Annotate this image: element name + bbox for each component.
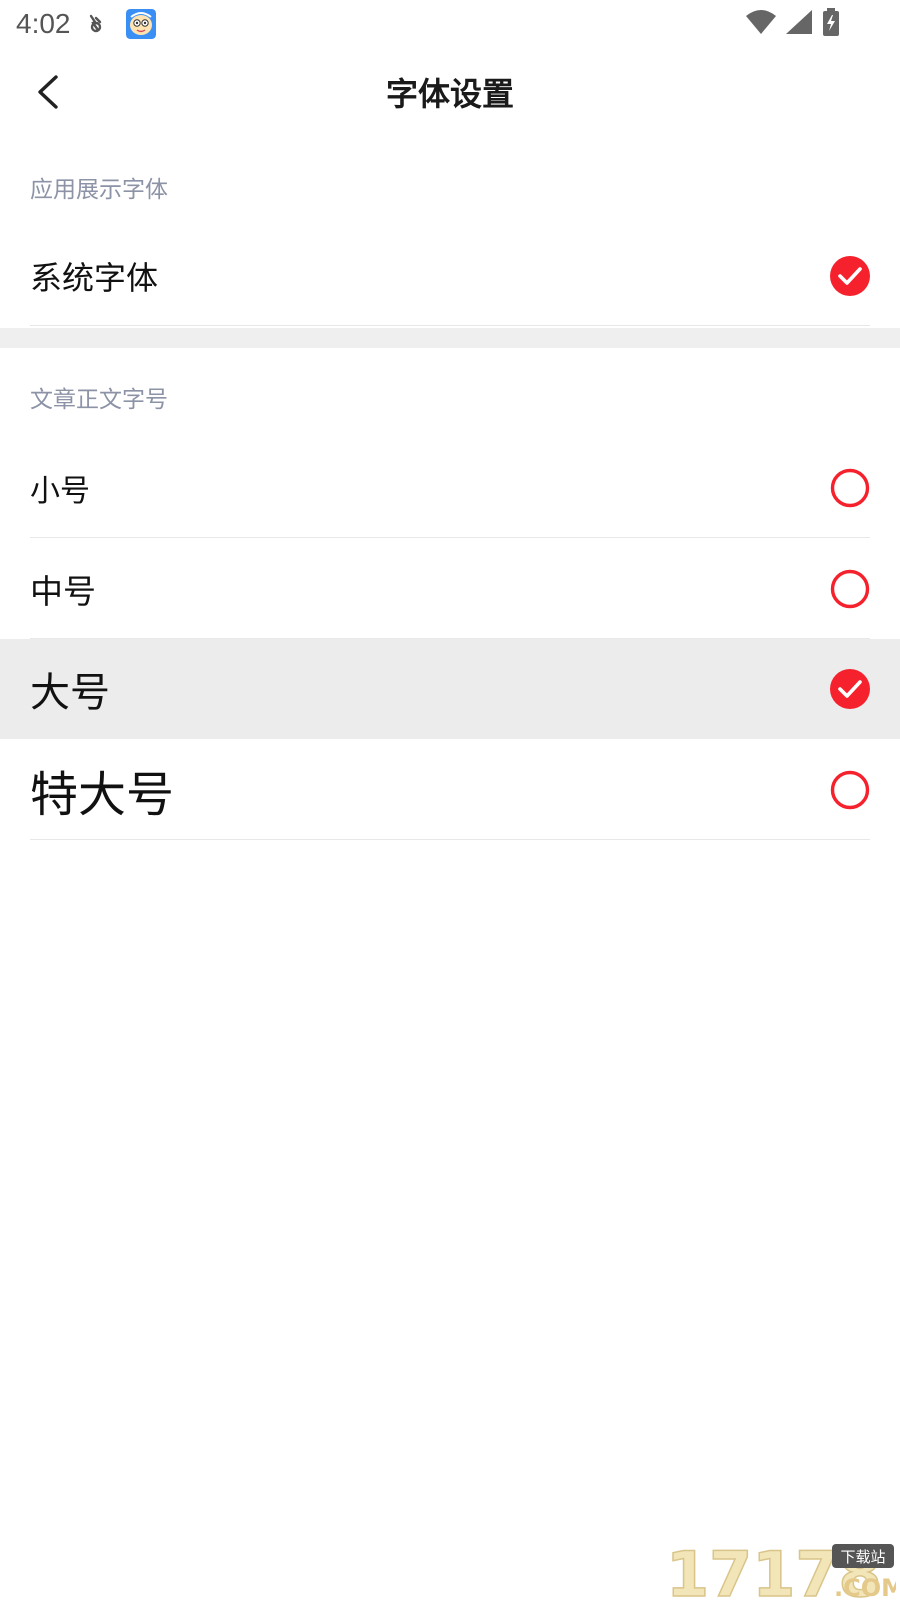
- option-font-medium[interactable]: 中号: [0, 538, 900, 639]
- status-bar: 4:02: [0, 0, 900, 48]
- option-label: 小号: [30, 473, 90, 509]
- option-label: 特大号: [30, 766, 175, 823]
- option-label: 大号: [30, 670, 110, 716]
- option-font-extra-large[interactable]: 特大号: [0, 739, 900, 840]
- status-time: 4:02: [16, 8, 71, 39]
- checked-radio-icon: [830, 669, 870, 709]
- signal-icon: [786, 10, 812, 38]
- option-font-large[interactable]: 大号: [0, 639, 900, 739]
- watermark-badge: 下载站: [840, 1548, 885, 1566]
- flash-icon: [86, 10, 108, 38]
- section-separator: [0, 328, 900, 348]
- cartoon-app-icon: [126, 9, 156, 39]
- battery-charging-icon: [822, 8, 840, 40]
- option-label: 中号: [30, 571, 96, 611]
- checked-radio-icon: [830, 256, 870, 296]
- section-label-app-font: 应用展示字体: [30, 177, 168, 203]
- unchecked-radio-icon: [830, 468, 870, 508]
- unchecked-radio-icon: [830, 770, 870, 810]
- watermark-logo: 17178 下载站 .COM: [665, 1530, 900, 1600]
- option-system-font[interactable]: 系统字体: [0, 226, 900, 326]
- section-label-article-font-size: 文章正文字号: [30, 387, 168, 413]
- watermark-suffix: .COM: [834, 1574, 896, 1600]
- option-font-small[interactable]: 小号: [0, 437, 900, 538]
- status-icons: [746, 8, 840, 40]
- wifi-icon: [746, 10, 776, 38]
- header-bar: 字体设置: [0, 48, 900, 140]
- row-divider: [30, 325, 870, 326]
- row-divider: [30, 839, 870, 840]
- unchecked-radio-icon: [830, 569, 870, 609]
- font-settings-page: 4:02 字体设置 应用展示字体 系统字体 文章正文字号 小号 中号 大号 特大…: [0, 0, 900, 1600]
- option-label: 系统字体: [30, 259, 159, 297]
- page-title: 字体设置: [385, 75, 514, 113]
